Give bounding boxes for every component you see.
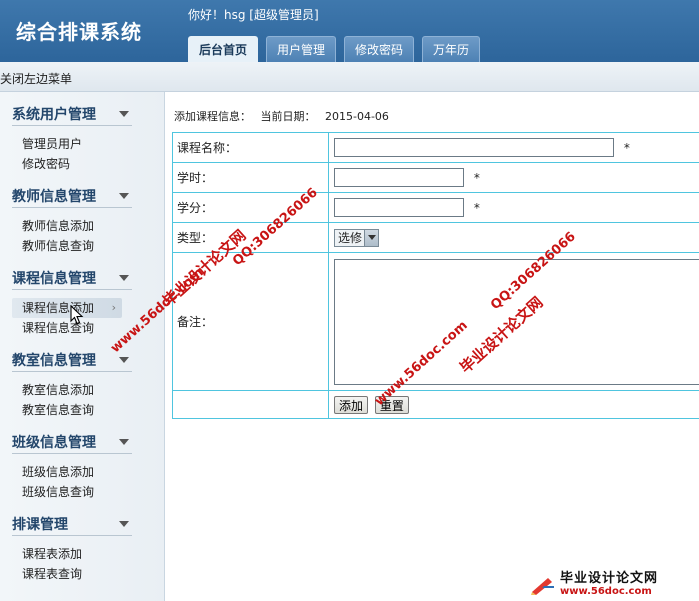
sidebar-group-teachers: 教师信息管理 教师信息添加 教师信息查询 <box>12 184 132 256</box>
sidebar-item-teacher-query[interactable]: 教师信息查询 <box>12 236 132 256</box>
credit-input[interactable] <box>334 198 464 217</box>
remark-textarea[interactable] <box>334 258 699 385</box>
caret-down-icon <box>119 520 129 527</box>
footer-logo-text: 毕业设计论文网 www.56doc.com <box>560 572 658 598</box>
page-title: 添加课程信息： <box>174 110 251 123</box>
dropdown-arrow-icon <box>364 229 379 246</box>
remark-label: 备注： <box>172 252 329 391</box>
form-cell <box>328 252 699 391</box>
sidebar-group-courses: 课程信息管理 课程信息添加 › 课程信息查询 <box>12 266 132 338</box>
sidebar-group-title[interactable]: 系统用户管理 <box>12 102 132 126</box>
sidebar-item-teacher-add[interactable]: 教师信息添加 <box>12 216 132 236</box>
form-row-remark: 备注： <box>172 252 699 391</box>
sidebar-group-title[interactable]: 课程信息管理 <box>12 266 132 290</box>
type-select[interactable]: 选修 <box>334 228 380 247</box>
sidebar-item-course-add[interactable]: 课程信息添加 › <box>12 298 122 318</box>
sidebar-group-system-users: 系统用户管理 管理员用户 修改密码 <box>12 102 132 174</box>
sidebar-item-classroom-add[interactable]: 教室信息添加 <box>12 380 132 400</box>
group-title-label: 课程信息管理 <box>12 270 96 287</box>
form-row-credit: 学分： * <box>172 192 699 223</box>
group-title-label: 班级信息管理 <box>12 434 96 451</box>
sidebar-item-schedule-add[interactable]: 课程表添加 <box>12 544 132 564</box>
toolbar: 关闭左边菜单 <box>0 62 699 92</box>
credit-label: 学分： <box>172 192 329 223</box>
sidebar-item-class-add[interactable]: 班级信息添加 <box>12 462 132 482</box>
sidebar: 系统用户管理 管理员用户 修改密码 教师信息管理 教师信息添加 教师信息查询 课… <box>0 92 165 601</box>
caret-down-icon <box>119 274 129 281</box>
required-mark: * <box>623 140 630 155</box>
tab-home[interactable]: 后台首页 <box>188 36 259 62</box>
app-title: 综合排课系统 <box>16 20 142 44</box>
date-label: 当前日期： <box>260 110 316 123</box>
form-row-actions: 添加 重置 <box>172 390 699 419</box>
group-title-label: 教室信息管理 <box>12 352 96 369</box>
top-tabs: 后台首页 用户管理 修改密码 万年历 <box>188 36 481 62</box>
tab-user-management[interactable]: 用户管理 <box>266 36 337 62</box>
footer-brand: 毕业设计论文网 <box>560 570 659 586</box>
chevron-right-icon: › <box>111 301 116 314</box>
sidebar-group-title[interactable]: 教室信息管理 <box>12 348 132 372</box>
group-title-label: 教师信息管理 <box>12 188 96 205</box>
group-title-label: 排课管理 <box>12 516 68 533</box>
tab-calendar[interactable]: 万年历 <box>422 36 481 62</box>
course-name-label: 课程名称： <box>172 132 329 163</box>
sidebar-item-class-query[interactable]: 班级信息查询 <box>12 482 132 502</box>
empty-cell <box>172 390 329 419</box>
breadcrumb: 添加课程信息： 当前日期： 2015-04-06 <box>174 108 395 124</box>
user-greeting: 你好！hsg [超级管理员] <box>188 8 319 22</box>
sidebar-group-scheduling: 排课管理 课程表添加 课程表查询 <box>12 512 132 584</box>
sidebar-group-classes: 班级信息管理 班级信息添加 班级信息查询 <box>12 430 132 502</box>
caret-down-icon <box>119 356 129 363</box>
form-cell: 添加 重置 <box>328 390 699 419</box>
reset-button[interactable]: 重置 <box>374 395 409 414</box>
form-row-type: 类型： 选修 <box>172 222 699 253</box>
hours-label: 学时： <box>172 162 329 193</box>
hours-input[interactable] <box>334 168 464 187</box>
tab-change-password[interactable]: 修改密码 <box>344 36 415 62</box>
sidebar-item-classroom-query[interactable]: 教室信息查询 <box>12 400 132 420</box>
sidebar-item-schedule-query[interactable]: 课程表查询 <box>12 564 132 584</box>
mouse-pointer-icon <box>70 305 84 325</box>
caret-down-icon <box>119 438 129 445</box>
form-row-hours: 学时： * <box>172 162 699 193</box>
sidebar-item-admin-users[interactable]: 管理员用户 <box>12 134 132 154</box>
form-cell: * <box>328 162 699 193</box>
pencil-logo-icon <box>531 577 554 595</box>
form-cell: 选修 <box>328 222 699 253</box>
add-button[interactable]: 添加 <box>334 395 369 414</box>
required-mark: * <box>473 200 480 215</box>
footer-logo: 毕业设计论文网 www.56doc.com <box>530 568 699 601</box>
form-row-name: 课程名称： * <box>172 132 699 163</box>
course-name-input[interactable] <box>334 138 614 157</box>
required-mark: * <box>473 170 480 185</box>
sidebar-group-title[interactable]: 排课管理 <box>12 512 132 536</box>
type-select-value: 选修 <box>338 231 363 245</box>
caret-down-icon <box>119 192 129 199</box>
top-header: 综合排课系统 你好！hsg [超级管理员] 后台首页 用户管理 修改密码 万年历 <box>0 0 699 62</box>
type-label: 类型： <box>172 222 329 253</box>
sidebar-item-change-password[interactable]: 修改密码 <box>12 154 132 174</box>
course-form: 课程名称： * 学时： * 学分： * 类型： 选修 备注： 添加 重置 <box>172 132 699 419</box>
form-cell: * <box>328 132 699 163</box>
caret-down-icon <box>119 110 129 117</box>
footer-url: www.56doc.com <box>560 585 652 597</box>
sidebar-group-title[interactable]: 班级信息管理 <box>12 430 132 454</box>
form-cell: * <box>328 192 699 223</box>
group-title-label: 系统用户管理 <box>12 106 96 123</box>
sidebar-group-title[interactable]: 教师信息管理 <box>12 184 132 208</box>
current-date: 2015-04-06 <box>325 110 389 123</box>
main-content: 添加课程信息： 当前日期： 2015-04-06 课程名称： * 学时： * 学… <box>166 92 699 601</box>
sidebar-group-classrooms: 教室信息管理 教室信息添加 教室信息查询 <box>12 348 132 420</box>
close-left-menu-link[interactable]: 关闭左边菜单 <box>0 70 72 87</box>
